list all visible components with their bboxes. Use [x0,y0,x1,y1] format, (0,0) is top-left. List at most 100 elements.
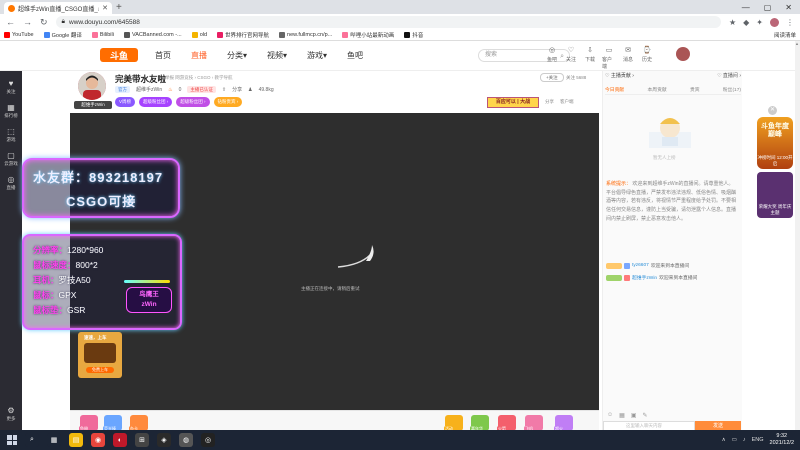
taskbar-app-icon[interactable]: ◉ [91,433,105,447]
room-badge[interactable]: 超级粉丝团 › [139,97,173,107]
tab-room-rank[interactable]: ♡ 直播间 › [717,72,741,82]
close-window-button[interactable]: ✕ [785,2,792,14]
room-badge[interactable]: 钻粉贵宾 › [213,97,243,107]
gift-icon[interactable]: ▦ [619,412,625,420]
share-options: 分享 客户端 [545,99,574,105]
user-menu-item[interactable]: ◎ 鱼吧 [545,46,559,70]
battery-icon[interactable]: ▭ [732,437,737,443]
reading-list[interactable]: 阅读清单 [774,31,796,39]
bookmark-item[interactable]: VACBanned.com -... [123,32,182,38]
close-ad-icon[interactable]: ✕ [768,106,777,115]
promo-button[interactable]: 免费上车 [86,367,114,373]
nav-item[interactable]: 游戏▾ [307,50,327,61]
user-menu-item[interactable]: ▭ 客户端 [602,46,616,70]
bookmark-item[interactable]: 世界排行官网导航 [217,31,269,39]
taskbar-app-icon[interactable]: ◈ [157,433,171,447]
scroll-up-icon[interactable]: ▲ [795,41,799,46]
side-ad-ranking[interactable]: 斗鱼年度巅峰 冲榜时间 12:00开启 [757,117,793,169]
sidebar-item[interactable]: ◎ 直播 [0,175,22,191]
sidebar-item[interactable]: ▢ 云游戏 [0,151,22,167]
reload-icon[interactable]: ↻ [40,17,48,28]
user-menu-item[interactable]: ♡ 关注 [564,46,578,70]
minimize-button[interactable]: — [742,2,750,14]
user-menu-icon: ⇩ [587,47,593,54]
user-avatar[interactable] [676,47,690,61]
clock[interactable]: 9:32 2021/12/2 [770,433,794,447]
follow-button[interactable]: +关注 [540,73,564,82]
taskbar-app-icon[interactable]: ◍ [179,433,193,447]
close-tab-icon[interactable]: ✕ [102,4,108,12]
back-icon[interactable]: ← [6,17,15,27]
bookmark-star-icon[interactable]: ★ [729,18,736,27]
extension-icon[interactable]: ◆ [743,18,749,27]
share-label[interactable]: 分享 [232,86,242,93]
sidebar-item[interactable]: ⬚ 游戏 [0,127,22,143]
taskbar-app-icon[interactable]: ▦ [47,433,61,447]
sidebar-item-more[interactable]: ⚙ 更多 [0,406,22,422]
contribution-tab[interactable]: 粉丝(17) [723,86,741,94]
nav-item[interactable]: 直播 [191,50,207,61]
screenshot-icon[interactable]: ▣ [631,412,637,420]
sidebar-item[interactable]: ▦ 排行榜 [0,103,22,119]
nav-item[interactable]: 视频▾ [267,50,287,61]
menu-dots-icon[interactable]: ⋮ [786,18,794,27]
bookmark-item[interactable]: Google 翻译 [43,31,82,39]
emoji-icon[interactable]: ☺ [607,412,613,420]
anchor-name[interactable]: 超维手zWin [136,86,162,93]
notice-body: 欢迎来到超维手zWin的直播间。请尊重他人。平台倡导绿色直播，严禁发布违法违规、… [606,181,737,222]
maximize-button[interactable]: ▢ [764,2,772,14]
empty-mascot-icon [649,118,691,148]
bookmark-item[interactable]: old [191,32,207,38]
edit-icon[interactable]: ✎ [642,412,647,420]
volume-icon[interactable]: ♪ [743,437,746,443]
contribution-tab[interactable]: 本周贡献 [647,86,666,94]
taskbar-app-icon[interactable]: ▤ [69,433,83,447]
csgo-available-text: CSGO可接 [66,194,137,209]
room-breadcrumb[interactable]: 举报 网游竞技 › CSGO › 教学导航 [165,75,233,81]
taskbar-app-icon[interactable]: ⊞ [135,433,149,447]
nav-item[interactable]: 鱼吧 [347,50,363,61]
windows-start-icon[interactable] [7,435,17,445]
room-badge[interactable]: V周榜 [115,97,136,107]
share-icon[interactable]: ⇪ [222,87,226,93]
nav-item[interactable]: 首页 [155,50,171,61]
douyu-logo[interactable]: 斗鱼 [100,48,138,62]
bookmark-item[interactable]: Bilibili [91,32,114,38]
puzzle-icon[interactable]: ✦ [756,18,763,27]
user-menu-item[interactable]: ⇩ 下载 [583,46,597,70]
browser-tab[interactable]: 超维手zWin直播_CSGO直播_斗... ✕ [4,2,112,14]
profile-avatar[interactable] [770,17,779,27]
contribution-tab[interactable]: 今日贡献 [605,86,624,94]
address-bar[interactable]: 🔒︎ www.douyu.com/645588 [55,16,721,28]
bookmark-item[interactable]: 抖音 [404,31,423,39]
chat-username[interactable]: 超维手zWin [632,274,657,281]
taskbar-app-icon[interactable]: ⌕ [25,433,39,447]
user-menu-item[interactable]: ✉ 消息 [621,46,635,70]
user-menu-item[interactable]: ⌚ 历史 [640,46,654,70]
taskbar-app-icon[interactable]: ◎ [201,433,215,447]
bookmark-item[interactable]: 哔哩小站最新动画 [342,31,394,39]
new-tab-button[interactable]: + [116,2,122,14]
share-button[interactable]: 分享 [545,99,554,105]
client-button[interactable]: 客户端 [560,99,574,105]
title-banner[interactable]: 百应可以 | 大战 [487,97,539,108]
chat-username[interactable]: tyz6607 [632,263,649,268]
page-scrollbar[interactable] [795,41,800,430]
language-indicator[interactable]: ENG [752,437,764,443]
tab-anchor-contribution[interactable]: ♡ 主播贡献 › [605,72,634,82]
anchor-avatar[interactable] [78,72,106,100]
tray-expand-icon[interactable]: ∧ [722,437,726,443]
taskbar-app-icon[interactable]: ◐ [113,433,127,447]
bookmark-item[interactable]: new.fullmcp.cn/p... [279,32,332,38]
side-ad-anniversary[interactable]: 荣耀大奖 周年庆主题 [757,172,793,218]
nav-item[interactable]: 分类▾ [227,50,247,61]
forward-icon[interactable]: → [23,17,32,27]
room-badge[interactable]: 超级粉丝团 › [176,97,210,107]
spec-value: 罗技A50 [58,275,91,285]
contribution-sub-tabs: 今日贡献 本周贡献 贵宾 粉丝(17) [605,86,741,95]
bookmark-item[interactable]: YouTube [4,32,34,38]
spec-line: 分辨率：1280*960 [33,244,103,256]
contribution-tab[interactable]: 贵宾 [690,86,700,94]
sidebar-item[interactable]: ♥ 关注 [0,79,22,95]
viewer-count: 49.8kg [258,86,274,93]
